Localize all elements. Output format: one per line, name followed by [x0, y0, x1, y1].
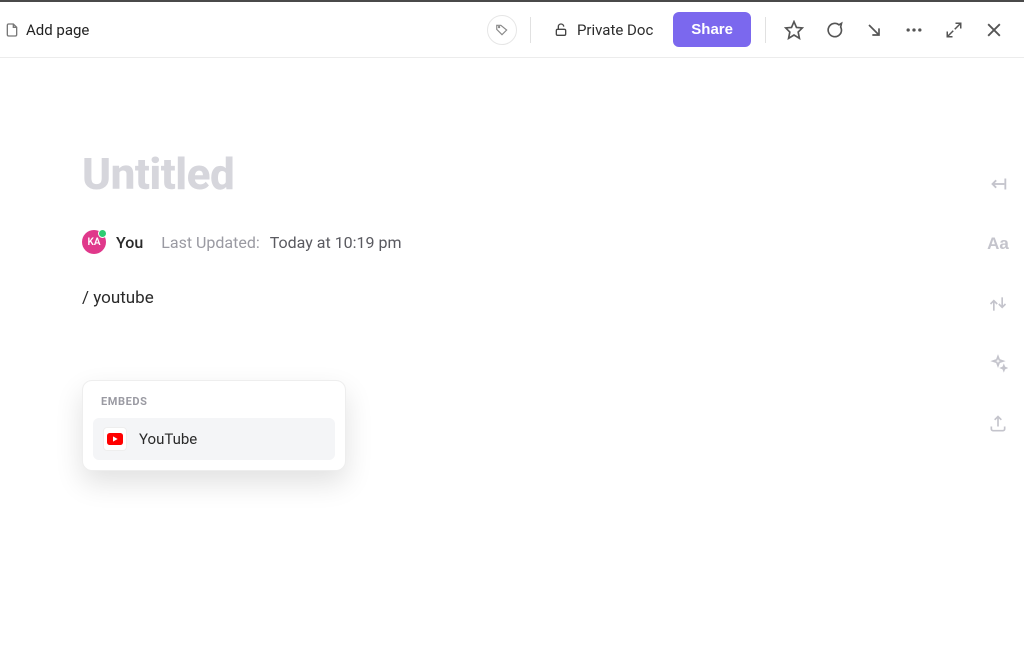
typography-icon: Aa [987, 234, 1009, 254]
rail-sort-button[interactable] [984, 290, 1012, 318]
privacy-button[interactable]: Private Doc [539, 21, 667, 39]
rail-outdent-button[interactable] [984, 170, 1012, 198]
swap-icon [988, 294, 1008, 314]
document-content: Untitled KA You Last Updated: Today at 1… [0, 58, 860, 308]
page-plus-icon [4, 22, 20, 38]
byline: KA You Last Updated: Today at 10:19 pm [82, 230, 860, 254]
comment-icon [824, 20, 844, 40]
author-name: You [116, 233, 143, 252]
add-page-button[interactable]: Add page [0, 21, 89, 39]
sparkle-icon [988, 354, 1008, 374]
youtube-icon [103, 427, 127, 451]
upload-icon [988, 414, 1008, 434]
ellipsis-icon [904, 20, 924, 40]
slash-section-label: EMBEDS [93, 395, 335, 418]
toolbar-divider [530, 17, 531, 43]
rail-ai-button[interactable] [984, 350, 1012, 378]
expand-button[interactable] [934, 10, 974, 50]
toolbar-divider [765, 17, 766, 43]
right-rail: Aa [984, 170, 1012, 438]
slash-item-label: YouTube [139, 430, 197, 448]
tag-icon [487, 15, 517, 45]
top-toolbar: Add page Private Doc Share [0, 0, 1024, 58]
close-icon [984, 20, 1004, 40]
privacy-label: Private Doc [577, 21, 653, 39]
slash-command-menu: EMBEDS YouTube [82, 380, 346, 471]
last-updated-label: Last Updated: [161, 233, 259, 252]
comments-button[interactable] [814, 10, 854, 50]
page-title[interactable]: Untitled [82, 148, 860, 200]
download-button[interactable] [854, 10, 894, 50]
slash-item-youtube[interactable]: YouTube [93, 418, 335, 460]
share-button[interactable]: Share [673, 12, 751, 47]
add-page-label: Add page [26, 21, 89, 39]
lock-open-icon [553, 22, 569, 38]
star-icon [784, 20, 804, 40]
download-arrow-icon [864, 20, 884, 40]
toolbar-actions: Private Doc Share [482, 10, 1014, 50]
favorite-button[interactable] [774, 10, 814, 50]
editor-input[interactable]: / youtube [82, 288, 860, 308]
rail-typography-button[interactable]: Aa [984, 230, 1012, 258]
tag-button[interactable] [482, 10, 522, 50]
avatar[interactable]: KA [82, 230, 106, 254]
close-button[interactable] [974, 10, 1014, 50]
last-updated-value: Today at 10:19 pm [270, 233, 402, 252]
rail-export-button[interactable] [984, 410, 1012, 438]
expand-icon [945, 21, 963, 39]
outdent-icon [987, 173, 1009, 195]
more-button[interactable] [894, 10, 934, 50]
